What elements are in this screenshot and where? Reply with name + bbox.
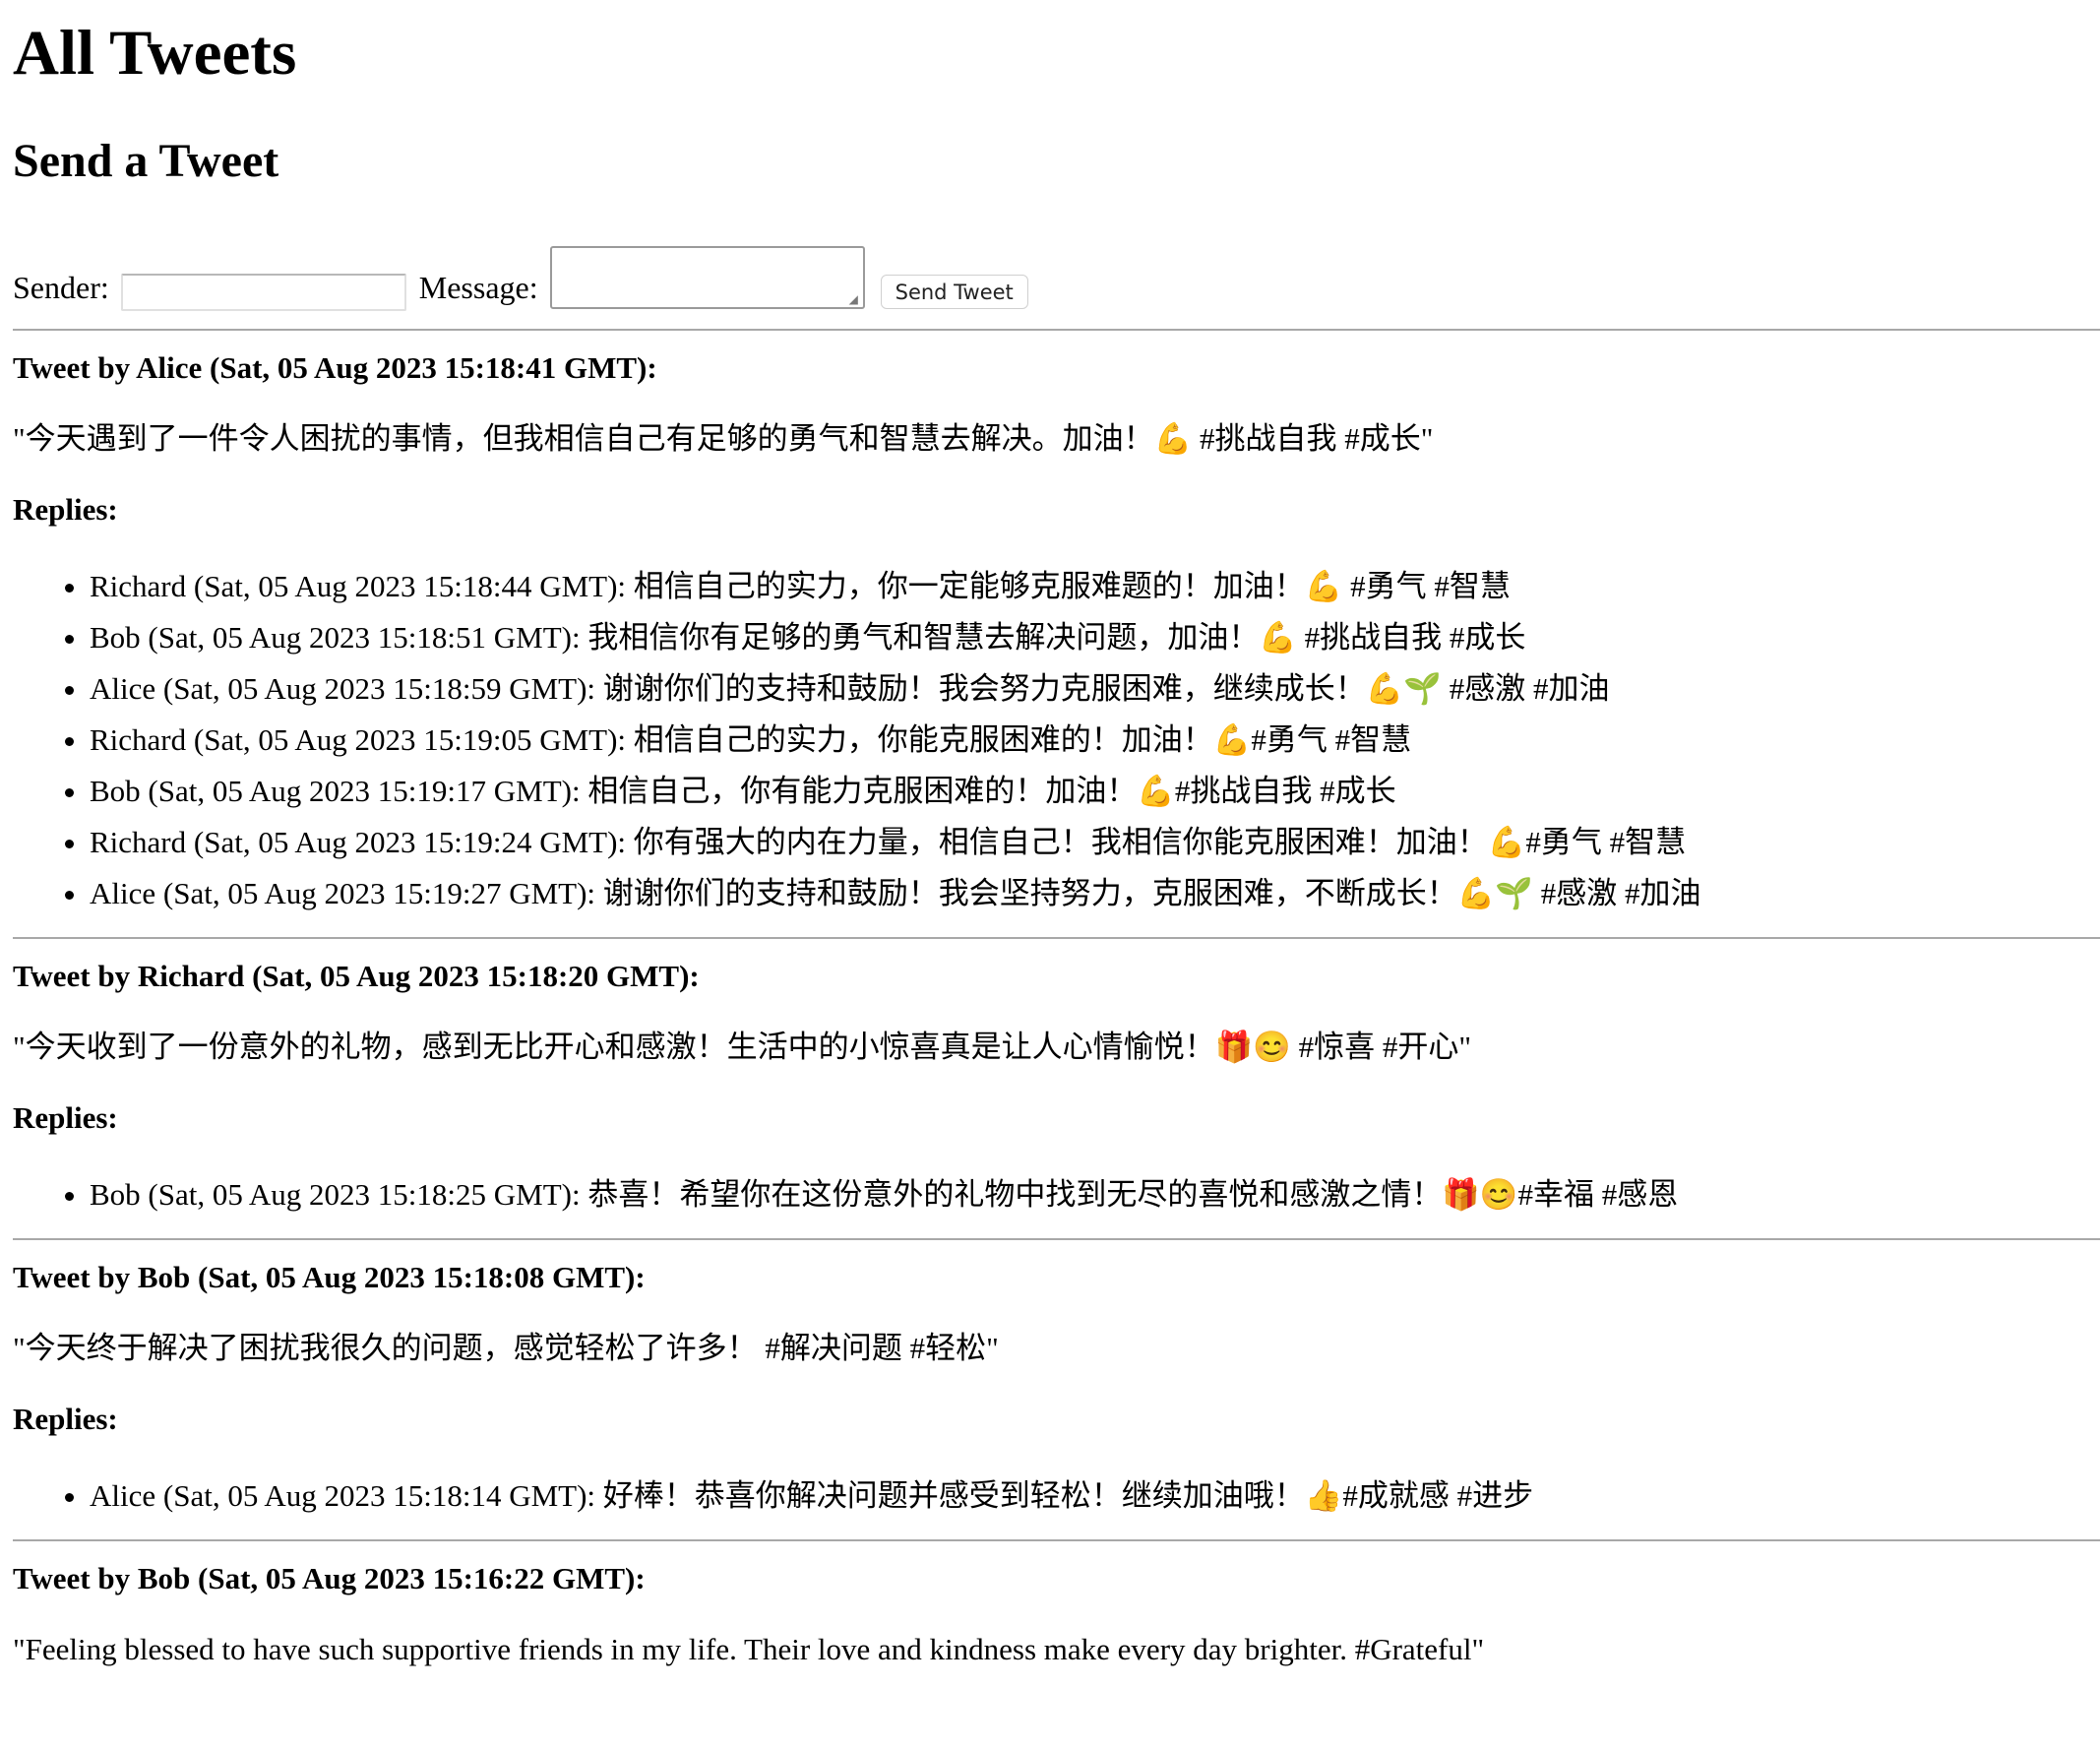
reply-item: Richard (Sat, 05 Aug 2023 15:19:24 GMT):… <box>90 817 2100 868</box>
page-title: All Tweets <box>13 18 297 89</box>
tweet: Tweet by Bob (Sat, 05 Aug 2023 15:18:08 … <box>13 1258 2100 1522</box>
tweet: Tweet by Alice (Sat, 05 Aug 2023 15:18:4… <box>13 348 2100 919</box>
tweet: Tweet by Bob (Sat, 05 Aug 2023 15:16:22 … <box>13 1559 2100 1669</box>
replies-label: Replies: <box>13 1100 118 1135</box>
tweet-header: Tweet by Bob (Sat, 05 Aug 2023 15:18:08 … <box>13 1260 646 1294</box>
message-label: Message: <box>418 270 538 305</box>
replies-label: Replies: <box>13 1402 118 1436</box>
replies-label: Replies: <box>13 492 118 527</box>
tweet-form: Sender: Message: ◢ Send Tweet <box>13 232 2100 311</box>
divider <box>13 329 2100 331</box>
tweet-body: "Feeling blessed to have such supportive… <box>13 1632 1485 1666</box>
reply-item: Alice (Sat, 05 Aug 2023 15:18:14 GMT): 好… <box>90 1470 2100 1522</box>
replies-list: Bob (Sat, 05 Aug 2023 15:18:25 GMT): 恭喜！… <box>13 1169 2100 1220</box>
reply-item: Richard (Sat, 05 Aug 2023 15:19:05 GMT):… <box>90 715 2100 766</box>
reply-item: Bob (Sat, 05 Aug 2023 15:19:17 GMT): 相信自… <box>90 766 2100 817</box>
tweet-body: "今天遇到了一件令人困扰的事情，但我相信自己有足够的勇气和智慧去解决。加油！💪 … <box>13 421 1434 456</box>
replies-list: Alice (Sat, 05 Aug 2023 15:18:14 GMT): 好… <box>13 1470 2100 1522</box>
divider <box>13 1238 2100 1240</box>
reply-item: Alice (Sat, 05 Aug 2023 15:18:59 GMT): 谢… <box>90 663 2100 715</box>
reply-item: Bob (Sat, 05 Aug 2023 15:18:25 GMT): 恭喜！… <box>90 1169 2100 1220</box>
reply-item: Bob (Sat, 05 Aug 2023 15:18:51 GMT): 我相信… <box>90 612 2100 663</box>
tweet-header: Tweet by Bob (Sat, 05 Aug 2023 15:16:22 … <box>13 1561 646 1595</box>
message-input[interactable]: ◢ <box>549 246 865 309</box>
sender-label: Sender: <box>13 270 109 305</box>
divider <box>13 937 2100 939</box>
reply-item: Alice (Sat, 05 Aug 2023 15:19:27 GMT): 谢… <box>90 868 2100 919</box>
tweet-header: Tweet by Alice (Sat, 05 Aug 2023 15:18:4… <box>13 350 657 385</box>
tweet-header: Tweet by Richard (Sat, 05 Aug 2023 15:18… <box>13 959 700 993</box>
replies-list: Richard (Sat, 05 Aug 2023 15:18:44 GMT):… <box>13 561 2100 919</box>
resize-grip-icon[interactable]: ◢ <box>849 293 861 305</box>
divider <box>13 1539 2100 1541</box>
tweet-body: "今天终于解决了困扰我很久的问题，感觉轻松了许多！ #解决问题 #轻松" <box>13 1331 999 1365</box>
tweet-body: "今天收到了一份意外的礼物，感到无比开心和感激！生活中的小惊喜真是让人心情愉悦！… <box>13 1030 1472 1064</box>
send-tweet-heading: Send a Tweet <box>13 135 279 187</box>
send-tweet-button[interactable]: Send Tweet <box>880 275 1028 309</box>
page: All Tweets Send a Tweet Sender: Message:… <box>0 14 2100 1669</box>
reply-item: Richard (Sat, 05 Aug 2023 15:18:44 GMT):… <box>90 561 2100 612</box>
sender-input[interactable] <box>120 274 406 311</box>
tweet: Tweet by Richard (Sat, 05 Aug 2023 15:18… <box>13 957 2100 1220</box>
